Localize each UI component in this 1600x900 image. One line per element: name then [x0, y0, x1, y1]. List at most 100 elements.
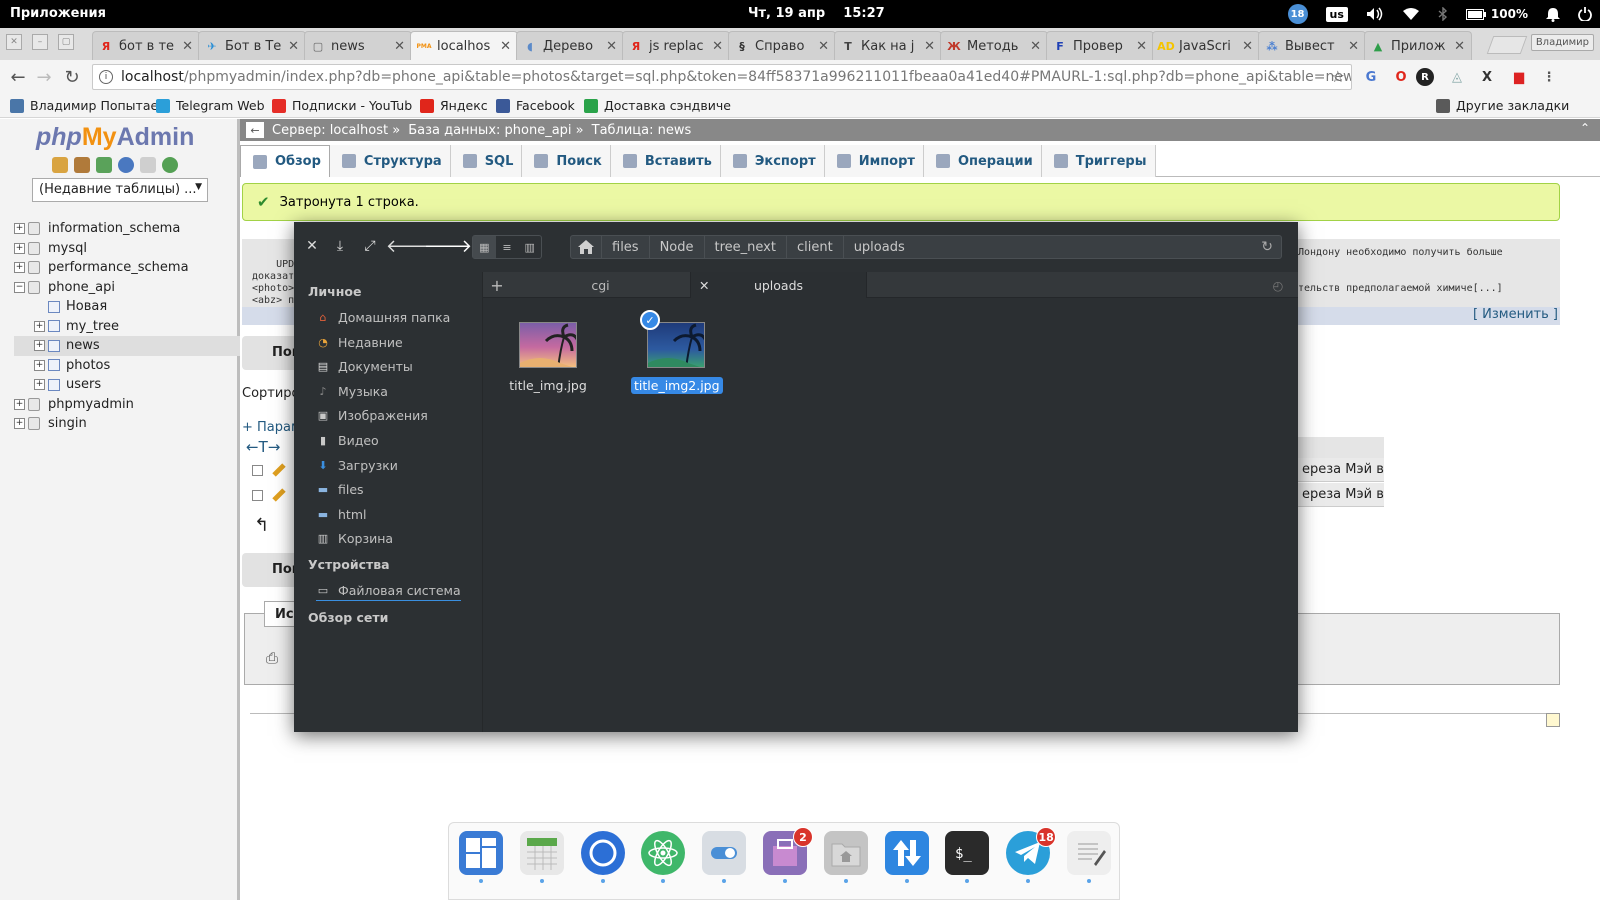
phpmyadmin-logo[interactable]: phpMyAdmin	[36, 123, 194, 152]
text-editor-icon[interactable]	[1067, 831, 1111, 875]
back-arrow-icon[interactable]: 🡐	[386, 236, 434, 257]
address-bar[interactable]: i localhost/phpmyadmin/index.php?db=phon…	[92, 64, 1352, 90]
pma-tab[interactable]: Обзор	[240, 145, 330, 177]
pma-tab[interactable]: Триггеры	[1041, 145, 1156, 177]
tree-node-performance_schema[interactable]: + performance_schema	[14, 258, 240, 278]
place-item[interactable]: ▬ files	[316, 482, 364, 497]
refresh-icon[interactable]: ↻	[1261, 239, 1273, 255]
print-icon[interactable]: ⎙	[266, 649, 278, 667]
pma-tab[interactable]: SQL	[450, 145, 523, 177]
tree-node-phpmyadmin[interactable]: + phpmyadmin	[14, 395, 240, 415]
place-item[interactable]: ⌂ Домашняя папка	[316, 310, 451, 325]
profile-button[interactable]: Владимир	[1530, 34, 1594, 51]
close-tab-icon[interactable]: ✕	[1242, 39, 1253, 54]
browser-tab[interactable]: ◖ Дерево ✕	[516, 31, 624, 60]
tree-node-information_schema[interactable]: + information_schema	[14, 219, 240, 239]
bookmark-item[interactable]: Telegram Web	[156, 98, 265, 113]
pma-tab[interactable]: Вставить	[610, 145, 721, 177]
browser-tab[interactable]: Яjs replac ✕	[622, 31, 730, 60]
logout-icon[interactable]	[74, 157, 90, 173]
network-section-heading[interactable]: Обзор сети	[308, 610, 388, 625]
settings-icon[interactable]	[702, 831, 747, 875]
bluetooth-icon[interactable]	[1438, 7, 1448, 21]
menu-dots-icon[interactable]: ⋮	[1540, 68, 1558, 86]
expand-icon[interactable]: +	[14, 418, 25, 430]
scroll-top-icon[interactable]: ⌃	[1580, 121, 1590, 135]
wifi-icon[interactable]	[1402, 7, 1420, 21]
power-icon[interactable]	[1578, 7, 1592, 21]
browser-tab[interactable]: F Провер ✕	[1046, 31, 1154, 60]
docs-icon[interactable]	[140, 157, 156, 173]
files-icon[interactable]	[823, 831, 868, 875]
browser-tab[interactable]: § Справо ✕	[728, 31, 836, 60]
notification-count-badge[interactable]: 18	[1287, 4, 1308, 24]
options-link[interactable]: + Парам	[242, 420, 301, 435]
breadcrumb-table[interactable]: Таблица: news	[592, 123, 692, 138]
keyboard-layout-indicator[interactable]: us	[1325, 6, 1348, 22]
panel-tab-cgi[interactable]: cgi	[511, 272, 691, 298]
bookmark-item[interactable]: Владимир Попытае	[10, 98, 158, 113]
new-tab-button[interactable]	[1486, 36, 1528, 54]
close-tab-icon[interactable]: ✕	[924, 39, 935, 54]
expand-icon[interactable]: +	[14, 223, 25, 235]
terminal-icon[interactable]: $_	[945, 831, 990, 875]
row-checkbox[interactable]	[252, 490, 263, 501]
bookmark-item[interactable]: Facebook	[496, 98, 575, 113]
site-info-icon[interactable]: i	[99, 70, 113, 84]
tree-node-singin[interactable]: + singin	[14, 414, 240, 434]
clock[interactable]: Чт, 19 апр 15:27	[748, 6, 885, 21]
close-window-icon[interactable]: ✕	[6, 34, 22, 50]
row-checkbox[interactable]	[252, 465, 263, 476]
bookmark-item[interactable]: Доставка сэндвиче	[584, 98, 731, 113]
close-tab-icon[interactable]: ✕	[1030, 39, 1041, 54]
collapse-icon[interactable]: −	[14, 281, 25, 293]
collapse-nav-icon[interactable]: ←	[246, 122, 264, 138]
forward-arrow-icon[interactable]: →	[34, 67, 54, 88]
add-tab-icon[interactable]: +	[483, 272, 511, 298]
bookmark-item[interactable]: Подписки - YouTub	[272, 98, 412, 113]
close-tab-icon[interactable]: ✕	[818, 39, 829, 54]
column-arrows[interactable]: ←T→	[246, 438, 280, 456]
applications-menu[interactable]: Приложения	[10, 6, 106, 21]
calendar-icon[interactable]	[519, 831, 564, 875]
close-tab-icon[interactable]: ✕	[288, 39, 299, 54]
close-tab-icon[interactable]: ✕	[1348, 39, 1359, 54]
list-view-icon[interactable]: ≡	[496, 236, 519, 258]
console-icon[interactable]	[1546, 713, 1560, 727]
pma-tab[interactable]: Поиск	[522, 145, 611, 177]
browser-tab[interactable]: ✈ Бот в Те ✕	[198, 31, 306, 60]
reload-icon[interactable]: ↻	[62, 67, 82, 88]
query-window-icon[interactable]	[96, 157, 112, 173]
fullscreen-icon[interactable]: ⤢	[360, 236, 380, 256]
place-item[interactable]: ◔ Недавние	[316, 335, 403, 350]
opera-extension-icon[interactable]: O	[1392, 68, 1410, 86]
chromium-icon[interactable]	[580, 831, 625, 875]
edit-pencil-icon[interactable]	[272, 463, 286, 477]
close-tab-icon[interactable]: ✕	[712, 39, 723, 54]
volume-icon[interactable]	[1366, 7, 1384, 21]
edit-query-link[interactable]: [ Изменить ]	[1473, 307, 1558, 322]
appcenter-icon[interactable]: 2	[763, 827, 813, 875]
browser-tab[interactable]: ⁂ Вывест ✕	[1258, 31, 1366, 60]
bell-icon[interactable]	[1546, 7, 1560, 22]
path-crumb[interactable]: files	[601, 235, 649, 259]
transfer-icon[interactable]	[884, 831, 929, 875]
expand-icon[interactable]: +	[34, 379, 45, 391]
path-crumb[interactable]: uploads	[842, 235, 915, 259]
tree-node-my_tree[interactable]: + my_tree	[14, 317, 240, 337]
multitasking-icon[interactable]	[459, 831, 503, 875]
close-tab-icon[interactable]: ✕	[182, 39, 193, 54]
vpn-extension-icon[interactable]: ◬	[1448, 68, 1466, 86]
recent-tables-select[interactable]: (Недавние таблицы) ... ▼	[32, 178, 208, 202]
place-item[interactable]: ⬇ Загрузки	[316, 458, 398, 473]
atom-icon[interactable]	[641, 831, 686, 875]
close-tab-icon[interactable]: ✕	[394, 39, 405, 54]
browser-tab[interactable]: AD JavaScri ✕	[1152, 31, 1260, 60]
browser-tab[interactable]: Ябот в те ✕	[92, 31, 200, 60]
expand-icon[interactable]: +	[34, 340, 45, 352]
browser-tab[interactable]: ▢ news ✕	[304, 31, 412, 60]
forward-arrow-icon[interactable]: 🡒	[424, 236, 472, 257]
x-extension-icon[interactable]: X	[1478, 68, 1496, 86]
close-tab-icon[interactable]: ✕	[606, 39, 617, 54]
tree-node-phone_api[interactable]: − phone_api	[14, 278, 240, 298]
